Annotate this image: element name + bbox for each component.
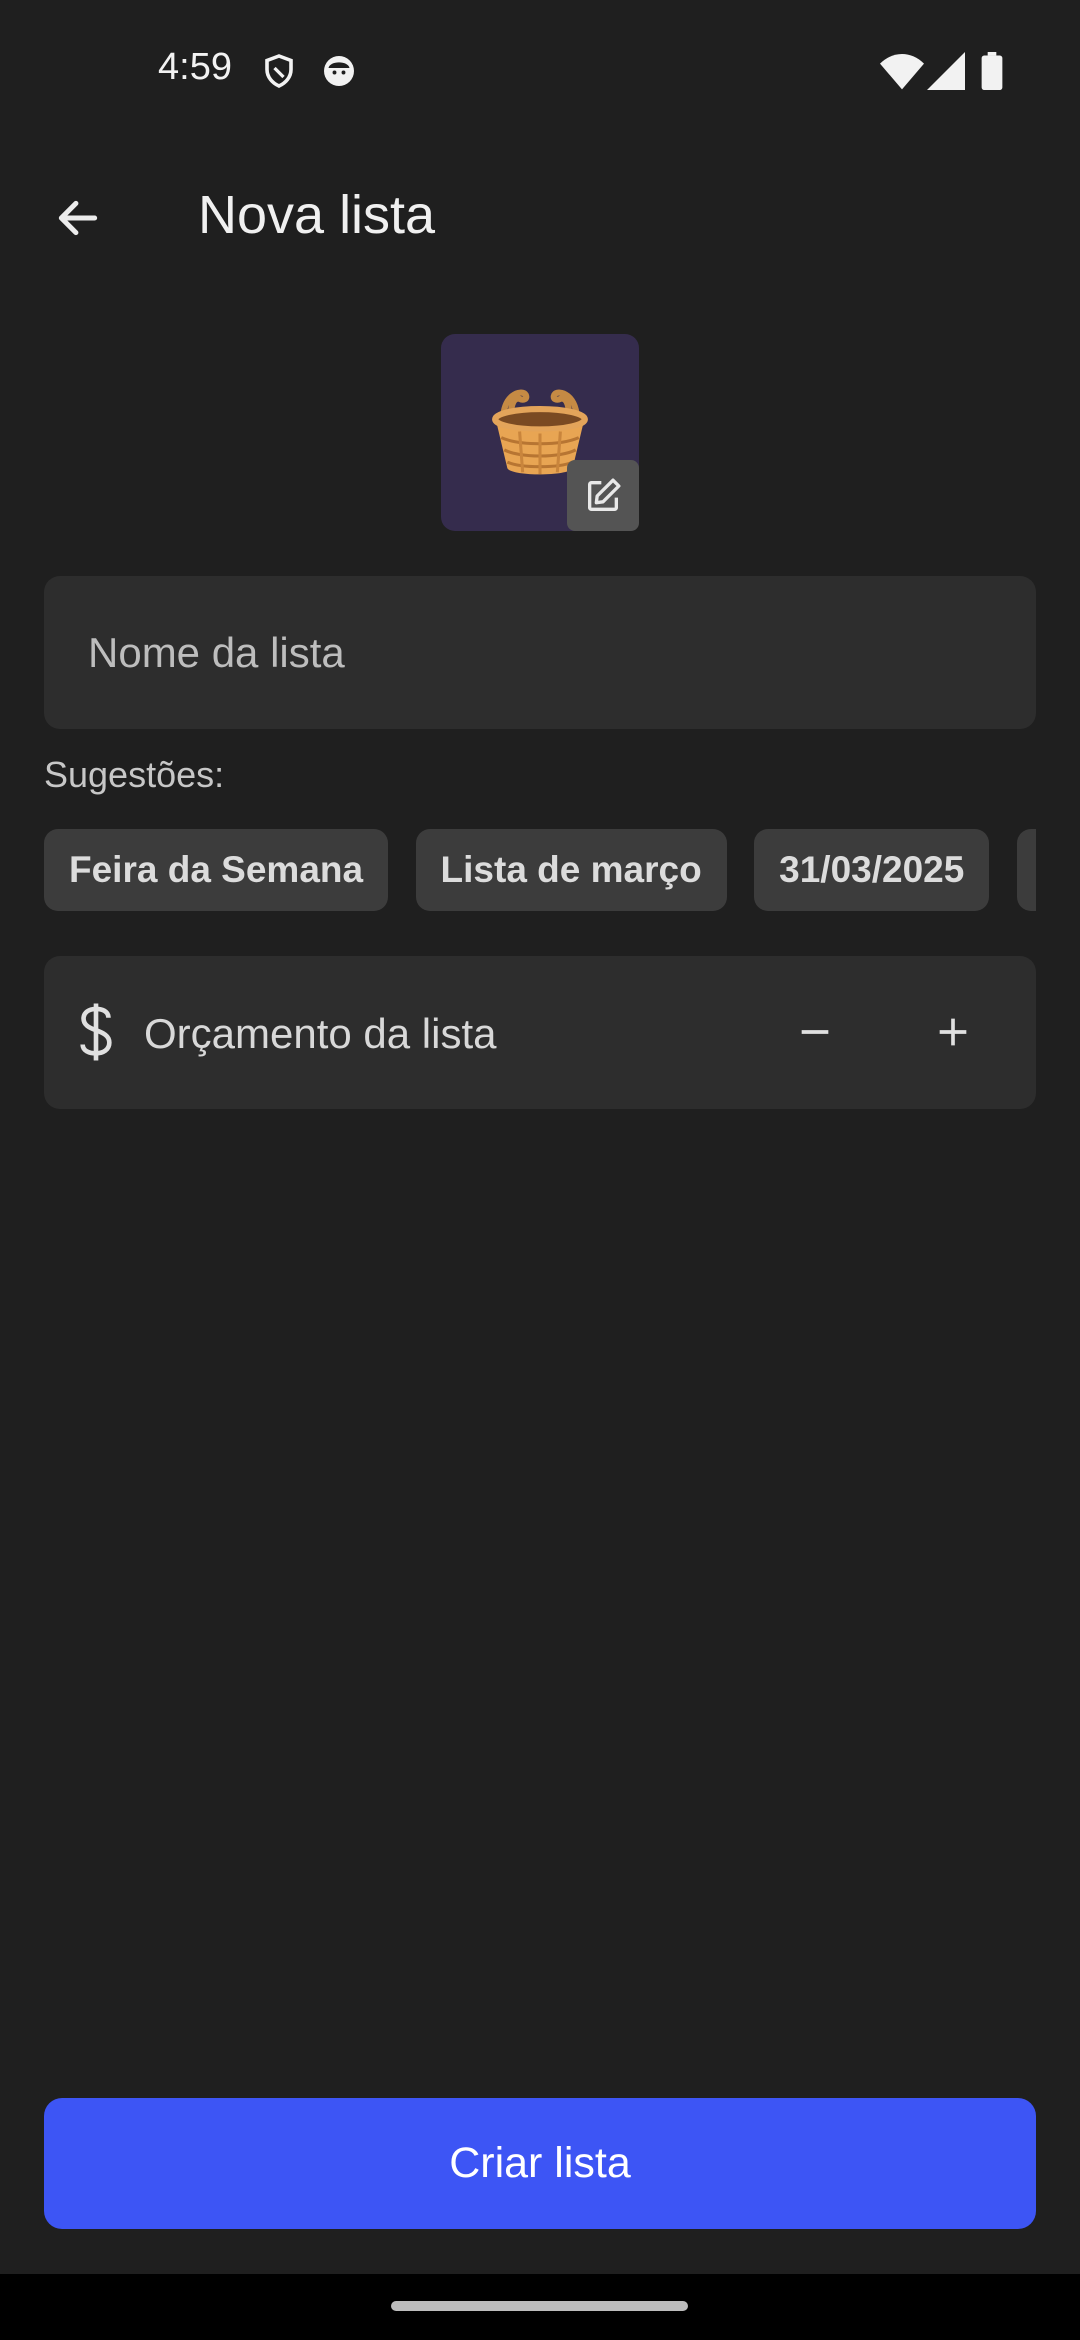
plus-icon [939,1018,967,1046]
suggestion-chip[interactable]: Lista de março [415,829,727,911]
edit-image-button[interactable] [567,460,639,531]
suggestions-label: Sugestões: [44,754,225,795]
screen: 4:59 Nova lista Nome da lista Sugestões:… [0,0,1080,2340]
create-list-button[interactable]: Criar lista [44,2098,1036,2229]
status-time: 4:59 [158,46,232,88]
budget-label: Orçamento da lista [144,1010,497,1057]
suggestion-chip[interactable] [1016,829,1036,911]
decrease-budget-button[interactable] [775,992,855,1072]
wifi-icon [880,54,924,90]
home-gesture-handle[interactable] [391,2301,688,2311]
shield-icon [265,54,293,88]
edit-icon [588,478,621,511]
battery-icon [981,52,1003,90]
list-name-input[interactable] [44,576,1036,729]
dollar-icon [80,1003,112,1061]
suggestion-chip[interactable]: 31/03/2025 [754,829,990,911]
status-bar: 4:59 [0,0,1080,140]
navigation-bar [0,2274,1080,2340]
list-image[interactable] [441,334,639,531]
page-title: Nova lista [198,185,436,245]
back-button[interactable] [40,180,116,256]
minus-icon [801,1030,829,1034]
list-name-field[interactable] [44,576,1036,729]
arrow-left-icon [58,200,98,236]
increase-budget-button[interactable] [913,992,993,1072]
suggestion-chip[interactable]: Feira da Semana [44,829,389,911]
suggestion-chips: Feira da Semana Lista de março 31/03/202… [44,829,1036,911]
budget-field[interactable]: Orçamento da lista [44,956,1036,1109]
app-bar: Nova lista [0,160,1080,270]
signal-icon [927,52,965,90]
face-icon [324,56,354,86]
